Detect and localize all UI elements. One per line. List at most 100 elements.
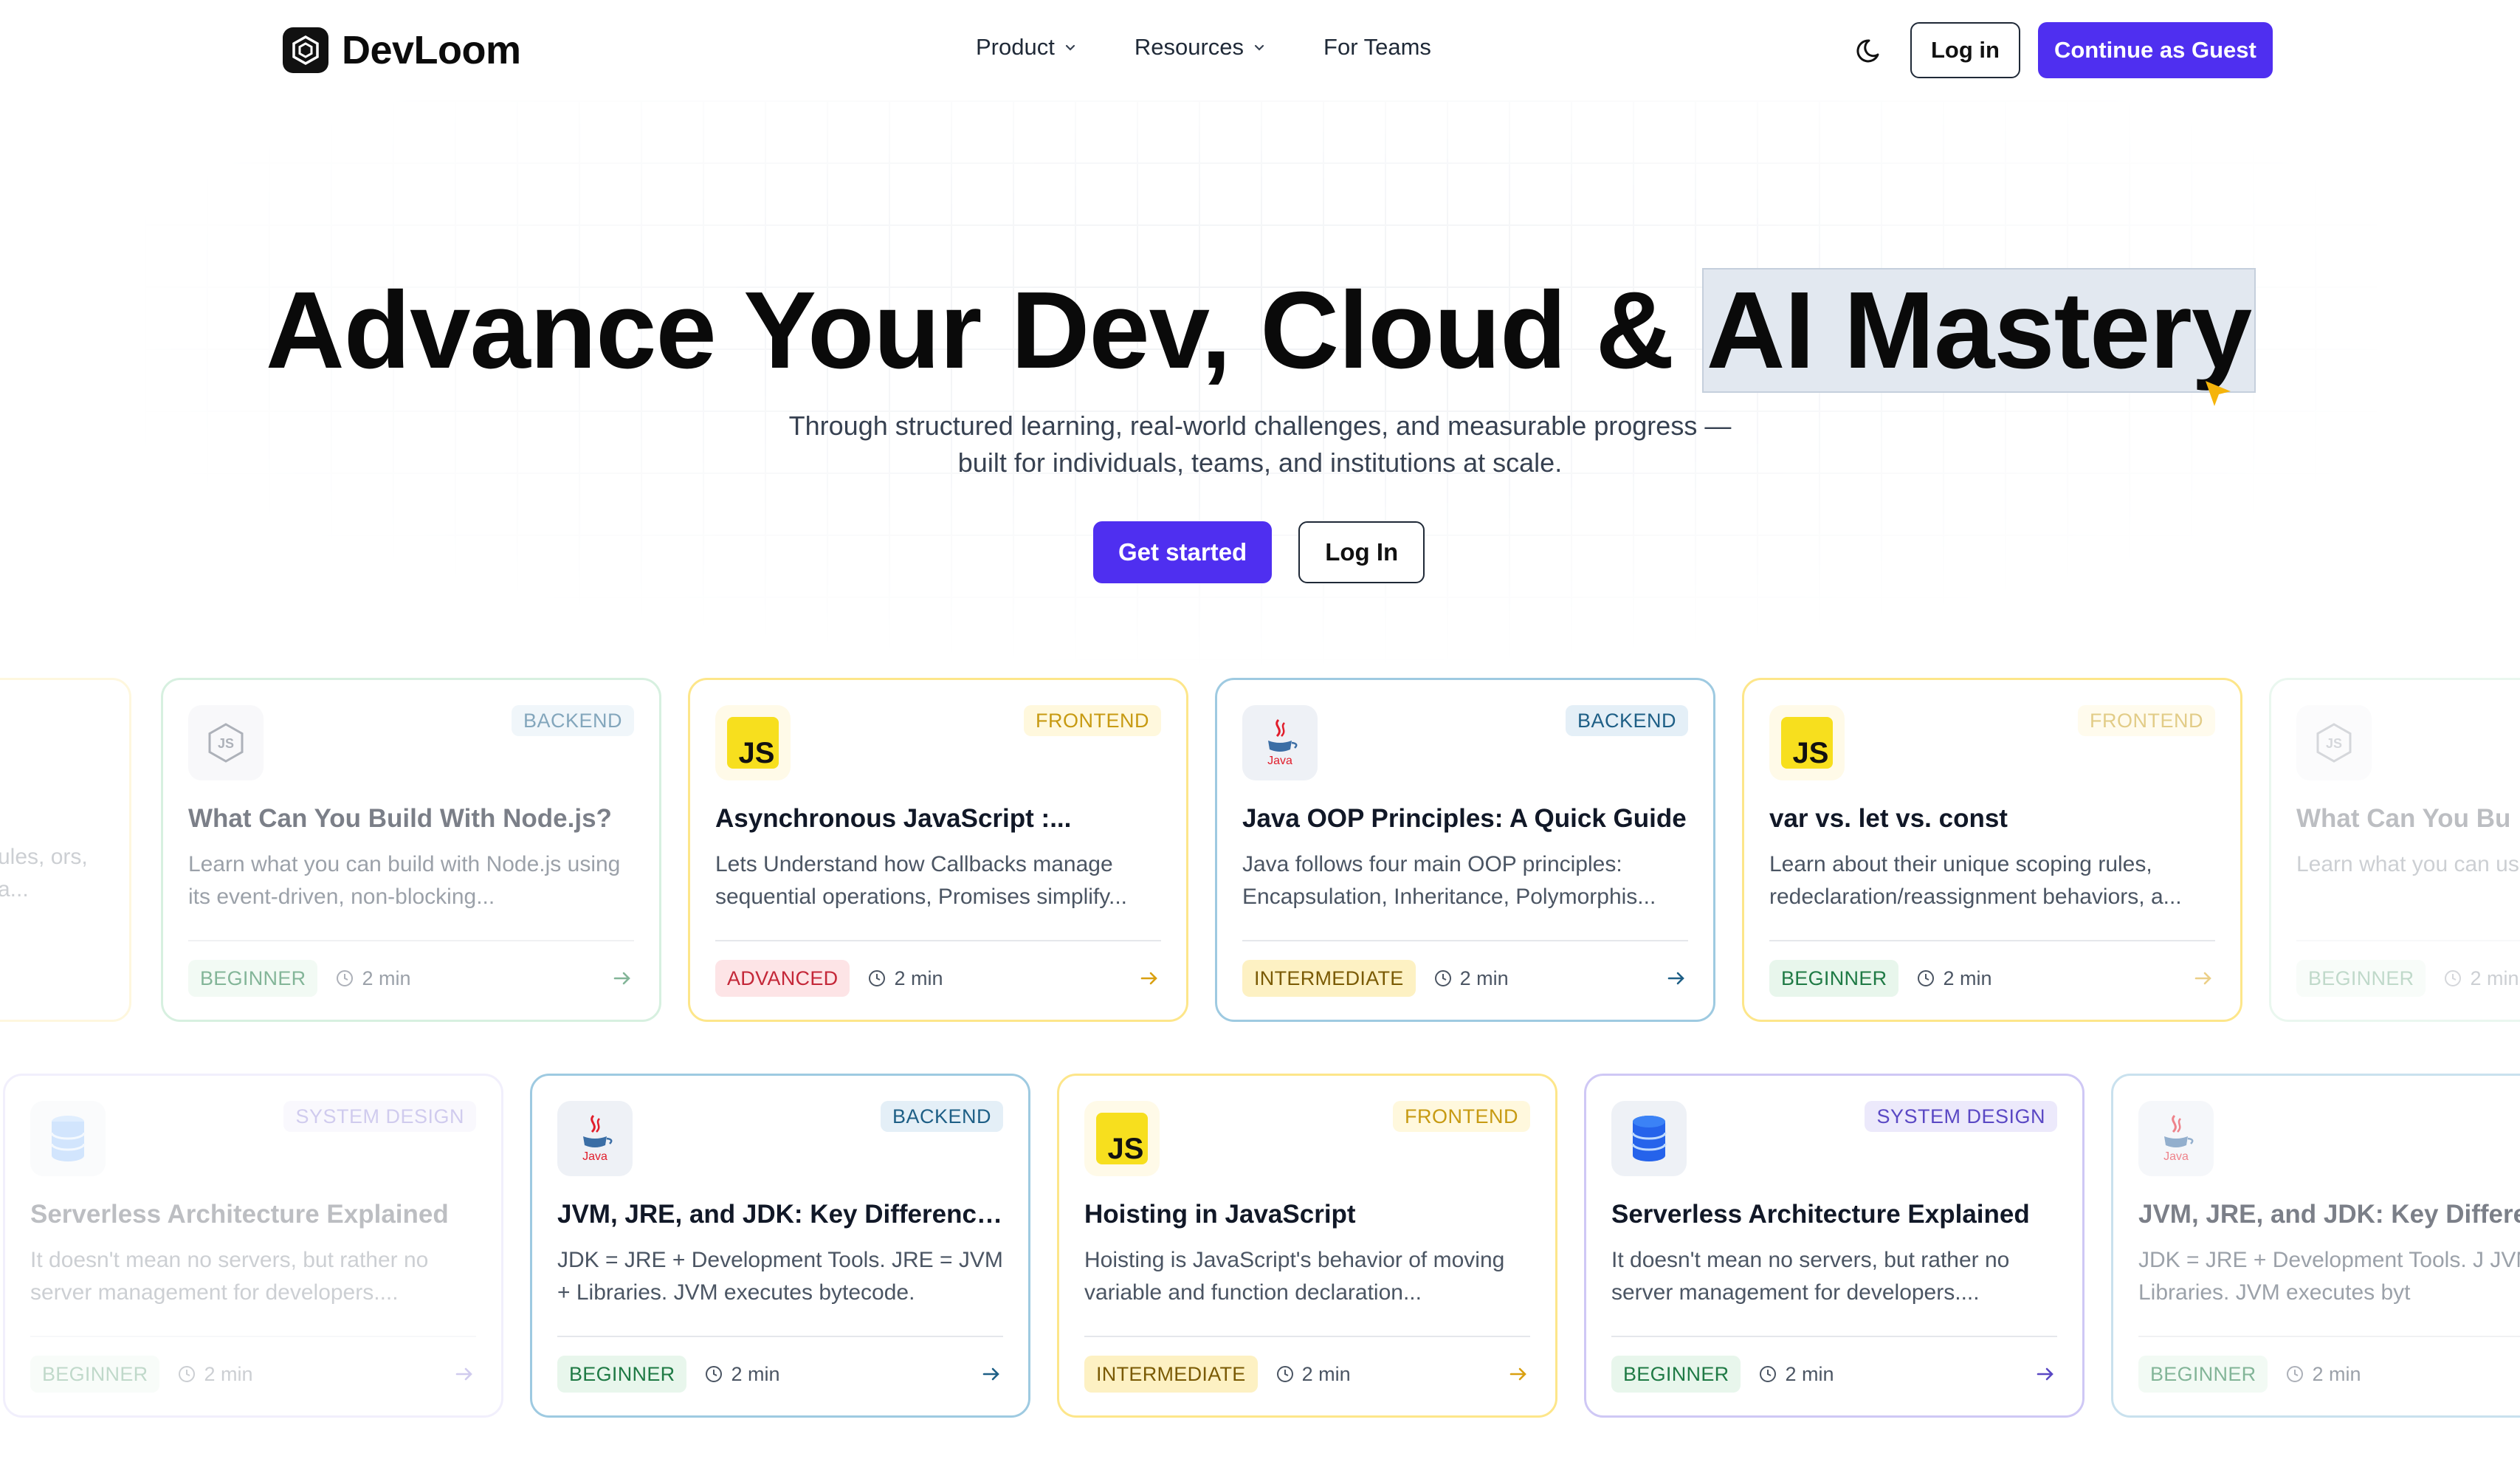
database-icon (30, 1101, 106, 1176)
card-divider (1084, 1336, 1530, 1337)
category-badge: FRONTEND (1024, 705, 1161, 736)
card-divider (1769, 940, 2215, 941)
card-footer: INTERMEDIATE 2 min (1242, 958, 1688, 999)
course-card[interactable]: Java BACKEND Java OOP Principles: A Quic… (1215, 678, 1715, 1022)
arrow-right-icon[interactable] (610, 967, 634, 990)
card-title: JVM, JRE, and JDK: Key Differences (557, 1200, 1003, 1229)
arrow-right-icon[interactable] (2192, 967, 2215, 990)
duration-text: 2 min (1943, 967, 1992, 989)
card-description: Java follows four main OOP principles: E… (1242, 852, 1656, 909)
course-card-partial[interactable]: JS What Can You Bu Learn what you can us… (2269, 678, 2520, 1022)
card-divider (2138, 1336, 2520, 1337)
arrow-right-icon[interactable] (1664, 967, 1688, 990)
brand-logo[interactable]: DevLoom (283, 27, 521, 74)
arrow-right-icon[interactable] (1137, 967, 1161, 990)
course-card-partial[interactable]: ules, ors, a... (0, 678, 131, 1022)
card-title: Java OOP Principles: A Quick Guide (1242, 804, 1687, 833)
category-badge: SYSTEM DESIGN (1865, 1101, 2057, 1132)
card-title: What Can You Bu (2296, 804, 2511, 833)
hero-title-prefix: Advance Your Dev, Cloud & (265, 270, 1704, 391)
javascript-icon: JS (1769, 705, 1845, 780)
card-description: JDK = JRE + Development Tools. J JVM + L… (2138, 1248, 2520, 1305)
arrow-right-icon[interactable] (452, 1362, 476, 1386)
svg-text:Java: Java (1267, 755, 1292, 767)
duration-text: 2 min (1459, 967, 1509, 989)
card-footer: BEGINNER 2 min (1611, 1353, 2057, 1395)
level-badge: ADVANCED (715, 960, 850, 997)
java-icon: Java (557, 1101, 633, 1176)
svg-text:JS: JS (1793, 737, 1829, 769)
card-divider (2296, 940, 2520, 941)
card-description: Hoisting is JavaScript's behavior of mov… (1084, 1248, 1505, 1305)
card-footer: BEGINNER 2 min (30, 1353, 476, 1395)
card-footer: BEGINNER 2 min (1769, 958, 2215, 999)
category-badge: FRONTEND (2078, 705, 2215, 736)
card-description: JDK = JRE + Development Tools. JRE = JVM… (557, 1248, 1003, 1305)
theme-toggle-button[interactable] (1851, 30, 1893, 71)
card-description: Learn what you can build with Node.js us… (188, 852, 621, 909)
svg-text:JS: JS (2326, 736, 2342, 751)
hero-subtitle-line-2: built for individuals, teams, and instit… (957, 447, 1563, 478)
card-description: ules, ors, a... (0, 845, 88, 902)
duration-text: 2 min (2312, 1362, 2361, 1385)
svg-text:JS: JS (218, 736, 234, 751)
chevron-down-icon (1254, 44, 1264, 51)
devloom-logo-icon (283, 27, 328, 73)
course-card[interactable]: SYSTEM DESIGN Serverless Architecture Ex… (3, 1074, 503, 1418)
course-card[interactable]: JS FRONTEND var vs. let vs. const Learn … (1742, 678, 2242, 1022)
course-card[interactable]: JS BACKEND What Can You Build With Node.… (161, 678, 661, 1022)
card-footer: ADVANCED 2 min (715, 958, 1161, 999)
duration: 2 min (1433, 967, 1509, 990)
duration-text: 2 min (1785, 1362, 1834, 1385)
card-title: Serverless Architecture Explained (30, 1200, 449, 1229)
hero-subtitle-line-1: Through structured learning, real-world … (788, 411, 1732, 441)
duration: 2 min (704, 1363, 779, 1386)
card-footer: INTERMEDIATE 2 min (1084, 1353, 1530, 1395)
hero-login-button[interactable]: Log In (1298, 521, 1425, 583)
card-footer: BEGINNER 2 min (2296, 958, 2520, 999)
clock-icon (179, 1366, 196, 1382)
duration: 2 min (335, 967, 410, 990)
card-footer: BEGINNER 2 min (188, 958, 634, 999)
svg-text:Java: Java (582, 1150, 607, 1163)
card-divider (30, 1336, 476, 1337)
clock-icon (1276, 1366, 1293, 1382)
duration: 2 min (1758, 1363, 1834, 1386)
nodejs-icon: JS (2296, 705, 2372, 780)
continue-as-guest-button[interactable]: Continue as Guest (2037, 22, 2273, 78)
category-badge: BACKEND (511, 705, 634, 736)
card-title: Serverless Architecture Explained (1611, 1200, 2030, 1229)
card-description: It doesn't mean no servers, but rather n… (30, 1248, 429, 1305)
duration-text: 2 min (362, 967, 411, 989)
course-card[interactable]: Java BACKEND JVM, JRE, and JDK: Key Diff… (530, 1074, 1030, 1418)
nav-product[interactable]: Product (976, 34, 1077, 61)
card-title: var vs. let vs. const (1769, 804, 2008, 833)
course-card[interactable]: JS FRONTEND Asynchronous JavaScript :...… (688, 678, 1188, 1022)
level-badge: BEGINNER (557, 1356, 687, 1393)
card-divider (1242, 940, 1688, 941)
course-carousel-row-1: ules, ors, a... JS BACKEND What Can You … (0, 678, 2520, 1026)
nav-for-teams[interactable]: For Teams (1323, 34, 1431, 61)
level-badge: INTERMEDIATE (1084, 1356, 1258, 1393)
get-started-button[interactable]: Get started (1093, 521, 1273, 583)
clock-icon (1760, 1366, 1777, 1382)
header-actions: Log in Continue as Guest (1851, 22, 2273, 78)
duration: 2 min (1276, 1363, 1351, 1386)
nav-product-label: Product (976, 34, 1055, 60)
course-card[interactable]: JS FRONTEND Hoisting in JavaScript Hoist… (1057, 1074, 1557, 1418)
course-carousel-row-2: SYSTEM DESIGN Serverless Architecture Ex… (0, 1074, 2520, 1422)
arrow-right-icon[interactable] (980, 1362, 1003, 1386)
course-card-partial[interactable]: Java JVM, JRE, and JDK: Key Differe JDK … (2111, 1074, 2520, 1418)
nav-resources[interactable]: Resources (1135, 34, 1266, 61)
duration-text: 2 min (2470, 967, 2519, 989)
clock-icon (1434, 970, 1451, 986)
course-card[interactable]: SYSTEM DESIGN Serverless Architecture Ex… (1584, 1074, 2084, 1418)
card-description: It doesn't mean no servers, but rather n… (1611, 1248, 2010, 1305)
arrow-right-icon[interactable] (2034, 1362, 2057, 1386)
login-button[interactable]: Log in (1910, 22, 2020, 78)
card-description: Lets Understand how Callbacks manage seq… (715, 852, 1128, 909)
level-badge: BEGINNER (188, 960, 318, 997)
moon-icon (1856, 39, 1879, 63)
arrow-right-icon[interactable] (1507, 1362, 1530, 1386)
duration: 2 min (2443, 967, 2519, 990)
